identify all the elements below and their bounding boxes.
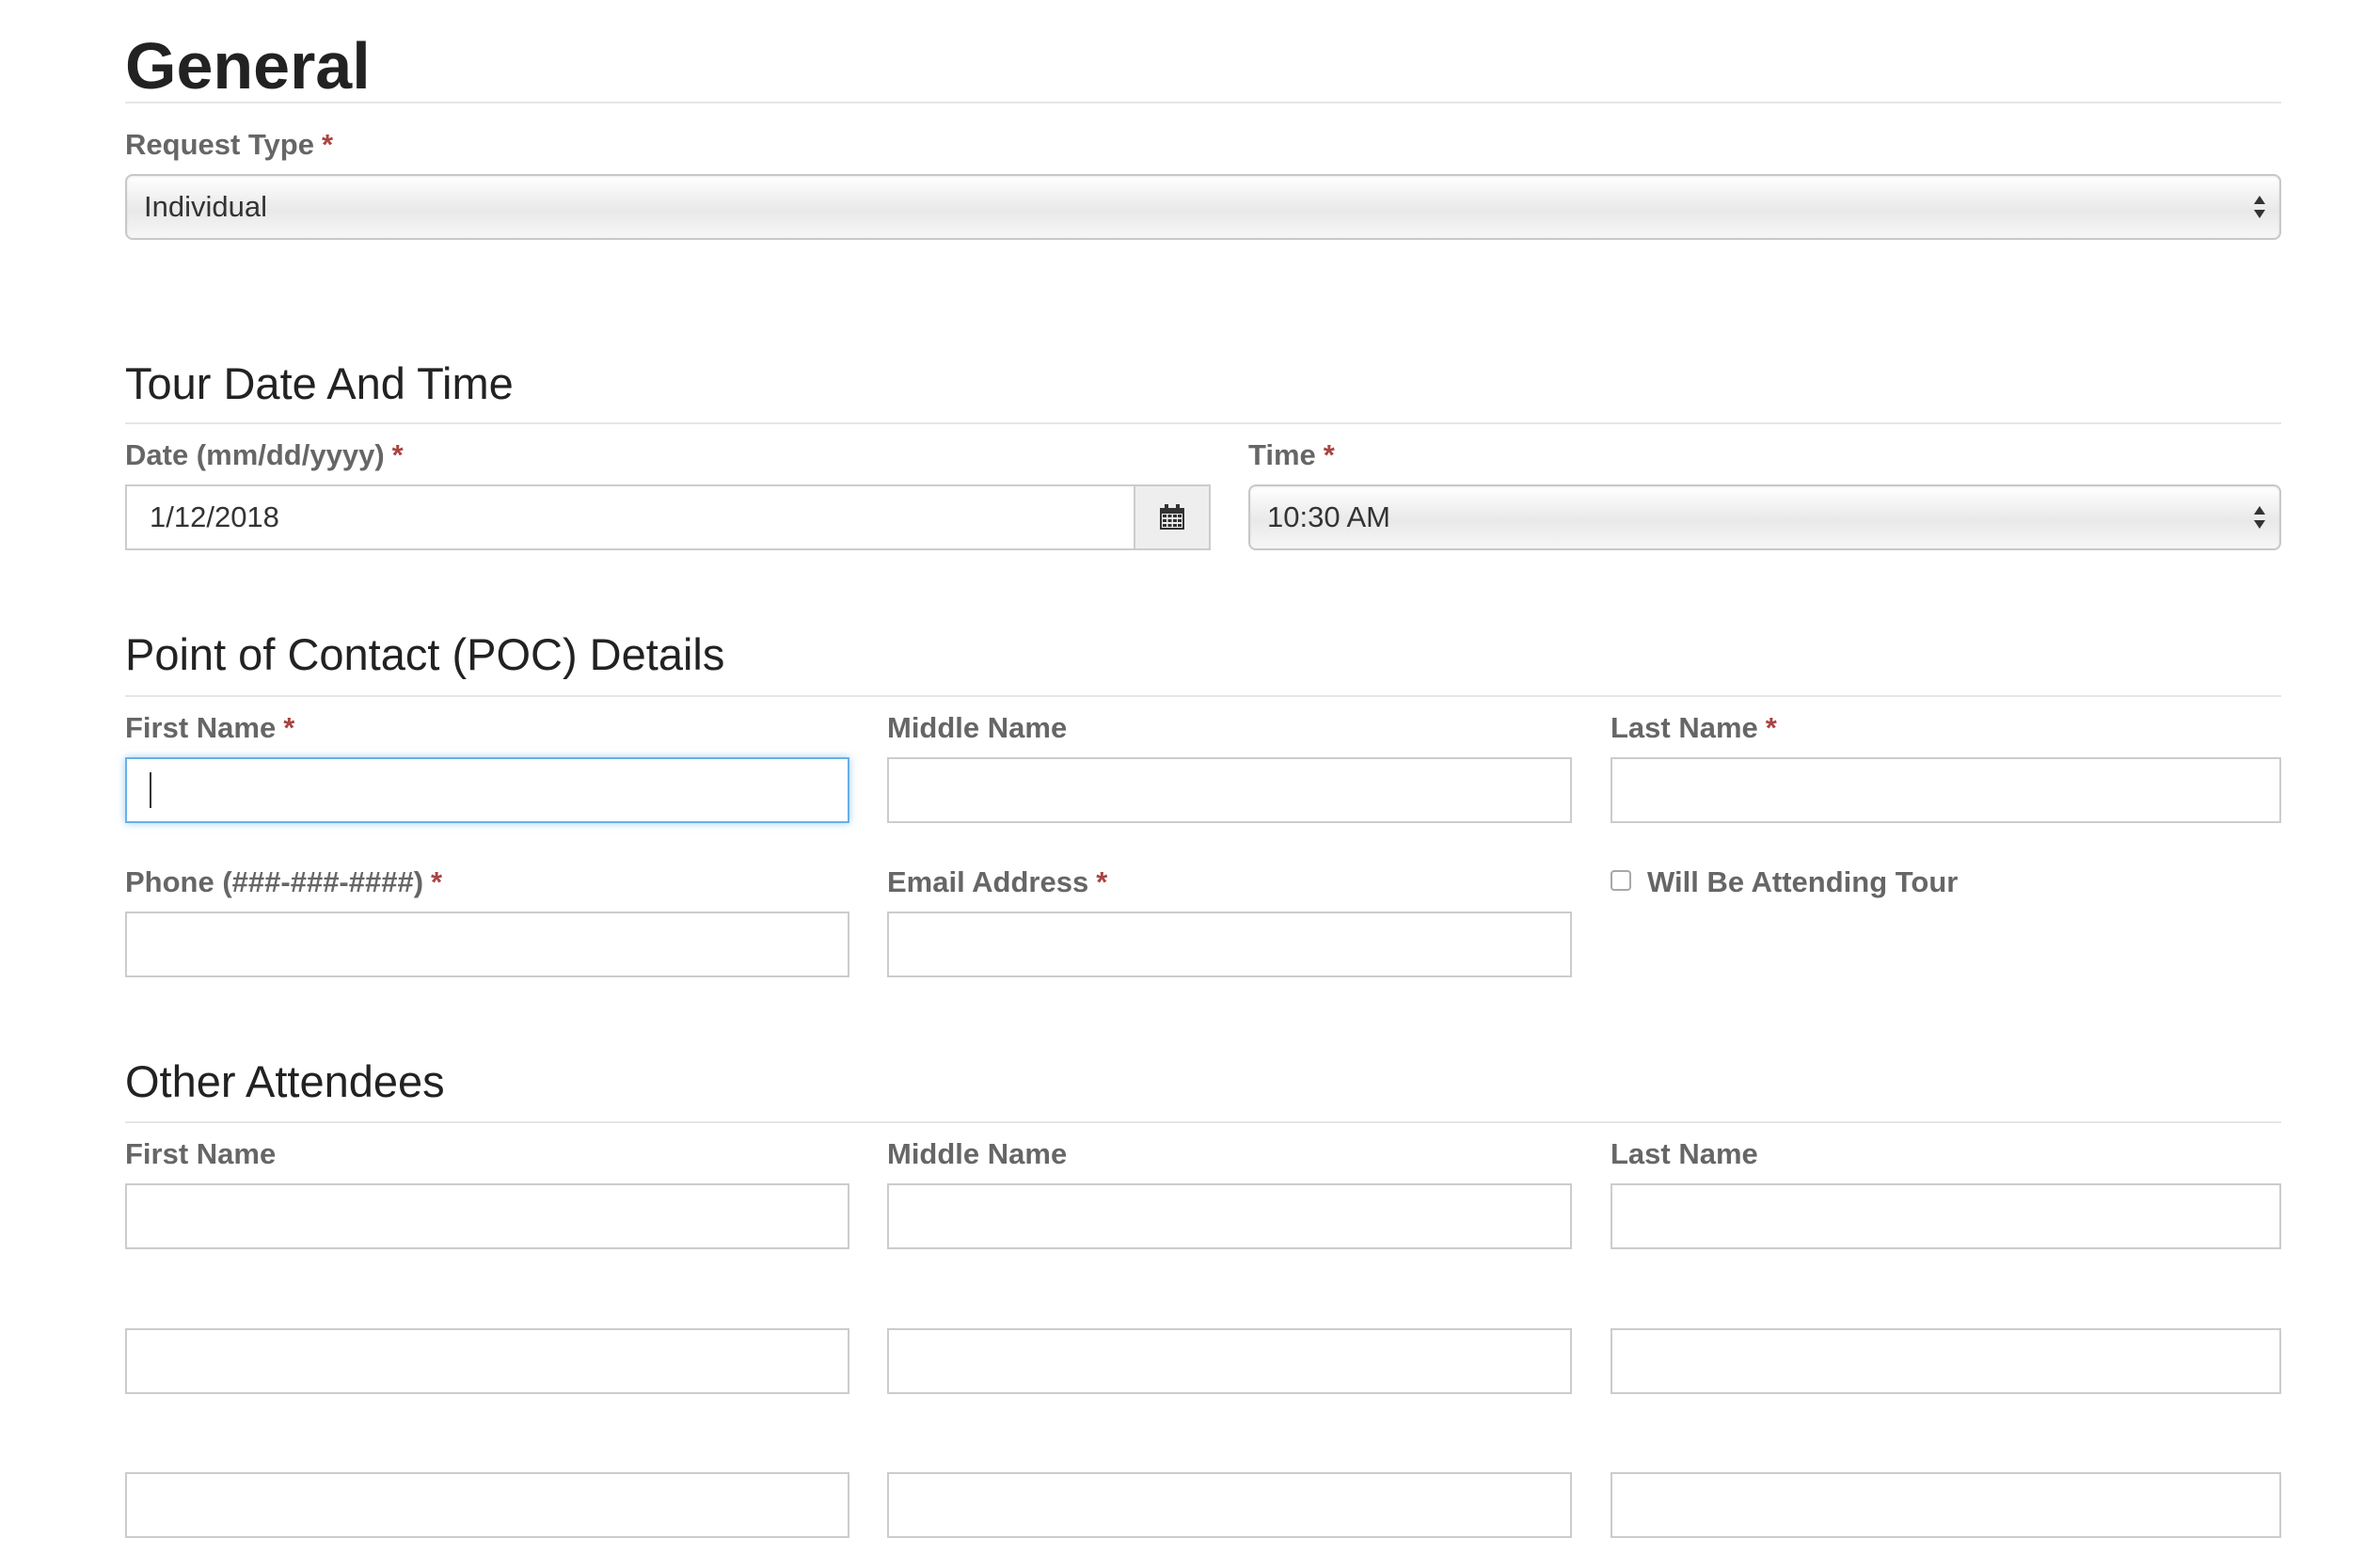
attendee-first-name-header: First Name bbox=[125, 1137, 277, 1170]
poc-last-name-label: Last Name * bbox=[1610, 711, 1777, 745]
required-mark: * bbox=[391, 438, 404, 471]
poc-middle-name-input[interactable] bbox=[887, 757, 1572, 823]
up-down-arrows-icon bbox=[2254, 506, 2265, 529]
divider bbox=[125, 102, 2281, 103]
poc-last-name-label-text: Last Name bbox=[1610, 711, 1758, 744]
up-down-arrows-icon bbox=[2254, 196, 2265, 218]
attendee-middle-name-input[interactable] bbox=[887, 1328, 1572, 1394]
time-label: Time * bbox=[1248, 438, 1335, 472]
poc-phone-label-text: Phone (###-###-####) bbox=[125, 865, 424, 898]
poc-email-label-text: Email Address bbox=[887, 865, 1089, 898]
required-mark: * bbox=[283, 711, 295, 744]
poc-first-name-label: First Name * bbox=[125, 711, 294, 745]
calendar-icon bbox=[1160, 504, 1184, 530]
attendee-middle-name-header: Middle Name bbox=[887, 1137, 1068, 1170]
date-input-value: 1/12/2018 bbox=[150, 500, 279, 533]
request-type-select[interactable]: Individual bbox=[125, 174, 2281, 240]
attendee-last-name-header: Last Name bbox=[1610, 1137, 1758, 1170]
tour-request-form: General Request Type * Individual Tour Da… bbox=[0, 0, 2380, 1554]
section-title-poc-details: Point of Contact (POC) Details bbox=[125, 629, 725, 679]
section-title-other-attendees: Other Attendees bbox=[125, 1056, 445, 1106]
request-type-label: Request Type * bbox=[125, 128, 333, 162]
required-mark: * bbox=[431, 865, 443, 898]
poc-email-input[interactable] bbox=[887, 912, 1572, 977]
divider bbox=[125, 422, 2281, 424]
attendee-first-name-input[interactable] bbox=[125, 1472, 849, 1538]
time-label-text: Time bbox=[1248, 438, 1316, 471]
attending-tour-label[interactable]: Will Be Attending Tour bbox=[1647, 865, 1958, 899]
date-label-text: Date (mm/dd/yyyy) bbox=[125, 438, 385, 471]
time-selected-value: 10:30 AM bbox=[1267, 500, 1390, 533]
poc-phone-label: Phone (###-###-####) * bbox=[125, 865, 442, 899]
attendee-last-name-input[interactable] bbox=[1610, 1472, 2281, 1538]
poc-phone-input[interactable] bbox=[125, 912, 849, 977]
poc-middle-name-label: Middle Name bbox=[887, 711, 1067, 745]
attending-tour-checkbox[interactable] bbox=[1610, 870, 1631, 891]
attendee-middle-name-input[interactable] bbox=[887, 1183, 1572, 1249]
attendee-middle-name-input[interactable] bbox=[887, 1472, 1572, 1538]
calendar-button[interactable] bbox=[1134, 484, 1211, 550]
divider bbox=[125, 1121, 2281, 1123]
time-select[interactable]: 10:30 AM bbox=[1248, 484, 2281, 550]
required-mark: * bbox=[321, 128, 334, 161]
attendee-last-name-input[interactable] bbox=[1610, 1183, 2281, 1249]
required-mark: * bbox=[1765, 711, 1777, 744]
request-type-selected-value: Individual bbox=[144, 190, 267, 223]
required-mark: * bbox=[1323, 438, 1335, 471]
poc-last-name-input[interactable] bbox=[1610, 757, 2281, 823]
poc-email-label: Email Address * bbox=[887, 865, 1107, 899]
attendee-first-name-input[interactable] bbox=[125, 1328, 849, 1394]
date-input[interactable]: 1/12/2018 bbox=[125, 484, 1136, 550]
request-type-label-text: Request Type bbox=[125, 128, 314, 161]
section-title-tour-date-time: Tour Date And Time bbox=[125, 358, 514, 408]
poc-first-name-input[interactable] bbox=[125, 757, 849, 823]
attendee-last-name-input[interactable] bbox=[1610, 1328, 2281, 1394]
attendee-first-name-input[interactable] bbox=[125, 1183, 849, 1249]
text-caret bbox=[150, 772, 151, 808]
poc-first-name-label-text: First Name bbox=[125, 711, 277, 744]
divider bbox=[125, 695, 2281, 697]
poc-middle-name-label-text: Middle Name bbox=[887, 711, 1068, 744]
required-mark: * bbox=[1096, 865, 1108, 898]
date-label: Date (mm/dd/yyyy) * bbox=[125, 438, 404, 472]
section-title-general: General bbox=[125, 29, 371, 103]
